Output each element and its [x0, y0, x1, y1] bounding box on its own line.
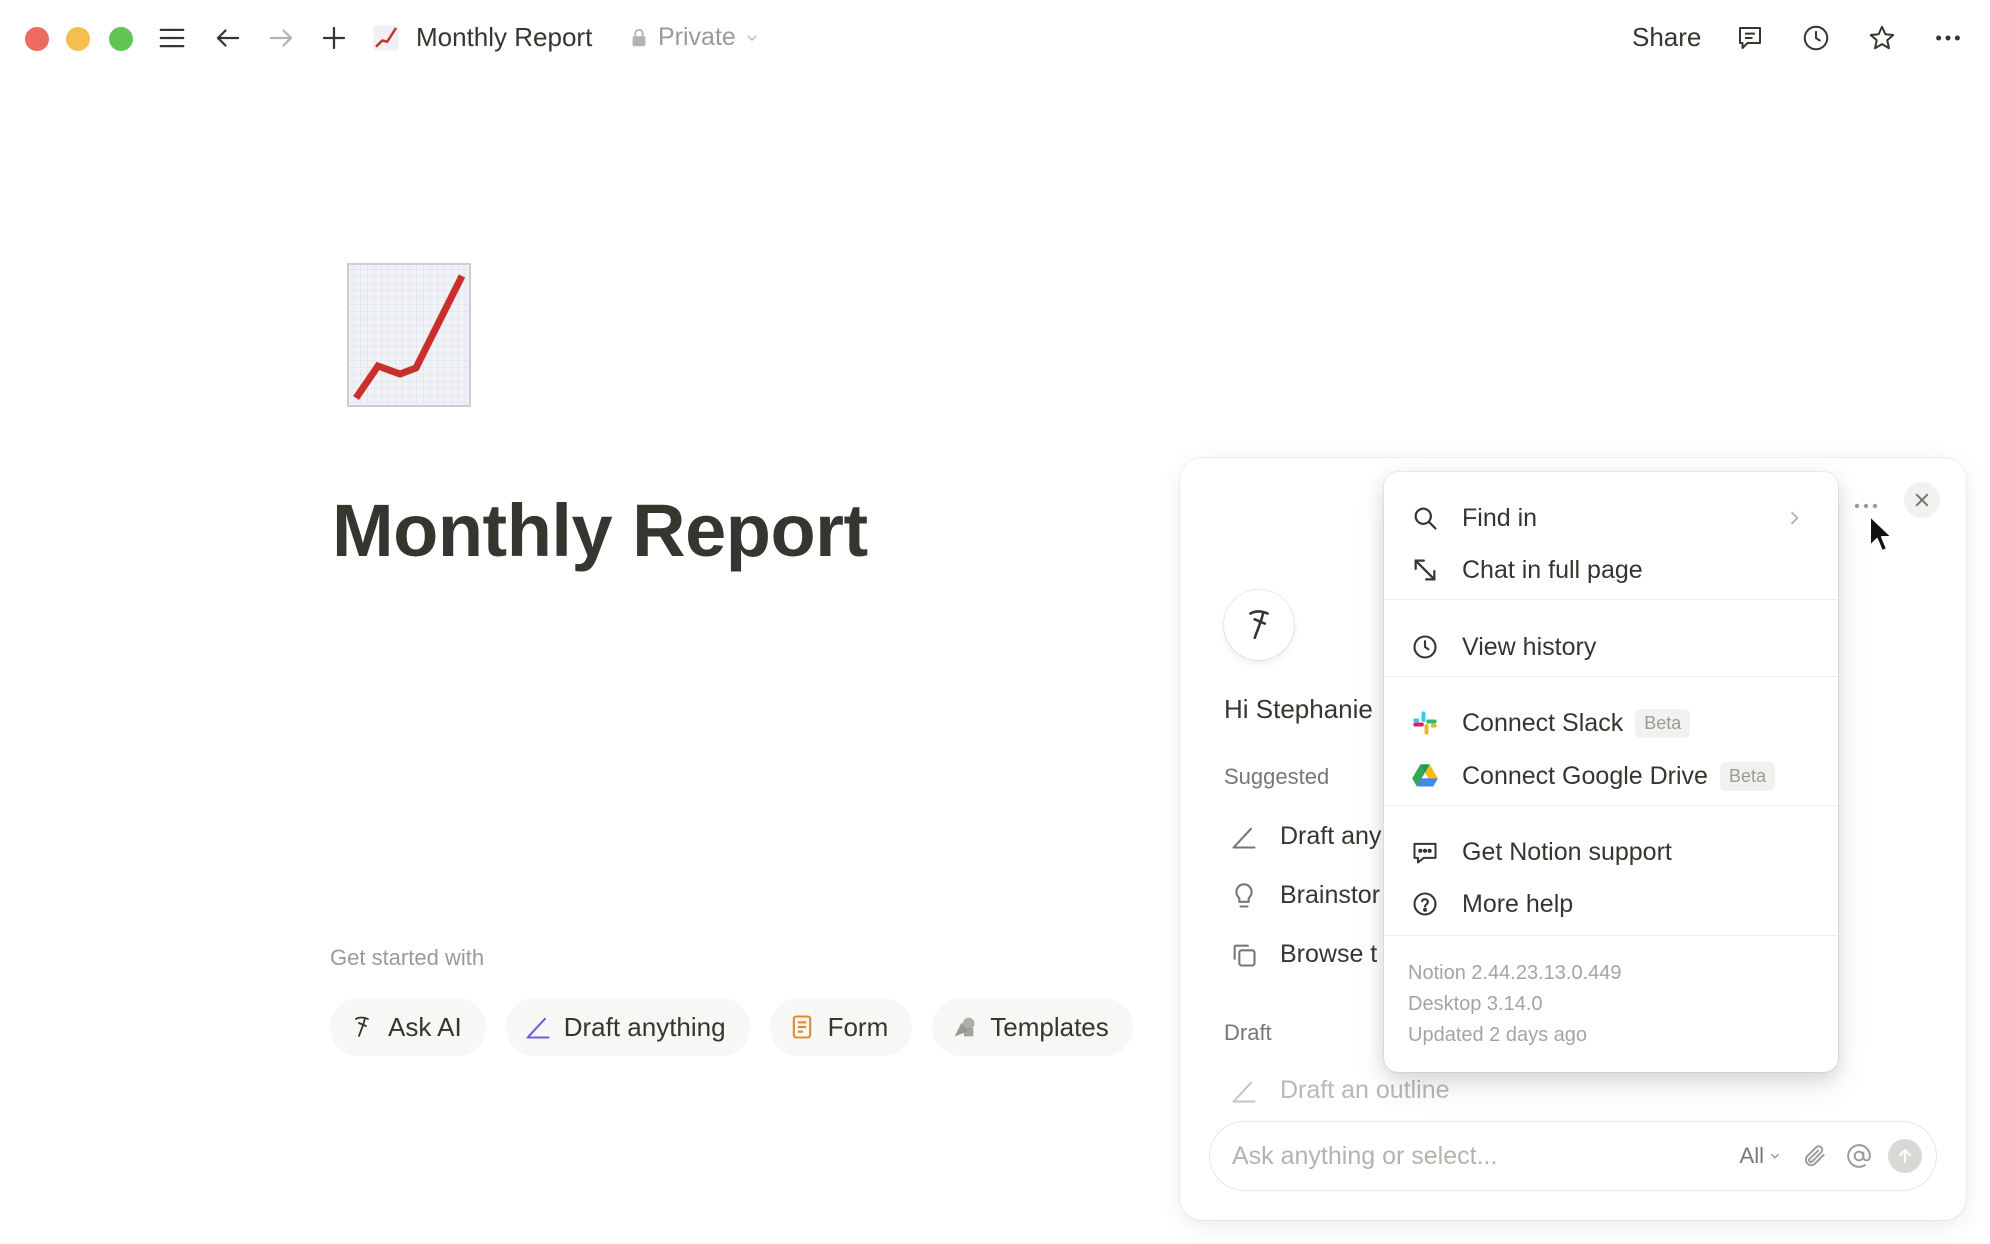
ai-prompt-input[interactable]	[1232, 1141, 1740, 1171]
notion-ai-icon	[1249, 610, 1269, 640]
expand-icon	[1414, 559, 1436, 581]
menu-item-label: Chat in full page	[1462, 555, 1643, 584]
window-minimize-button[interactable]	[66, 27, 90, 51]
menu-item-more-help[interactable]: More help	[1384, 878, 1838, 930]
chat-bubble-icon	[1413, 842, 1437, 864]
suggested-item-label: Brainstor	[1280, 881, 1381, 909]
pen-icon	[1232, 1081, 1256, 1103]
forward-arrow-icon[interactable]	[263, 20, 299, 56]
templates-label: Templates	[990, 1011, 1109, 1042]
mention-at-icon[interactable]	[1844, 1141, 1874, 1171]
menu-divider	[1384, 805, 1838, 806]
beta-badge: Beta	[1719, 761, 1775, 791]
app-version: Notion 2.44.23.13.0.449	[1408, 962, 1622, 984]
menu-item-label: View history	[1462, 632, 1597, 661]
ai-panel-options-menu: Find in Chat in full page View history C…	[1384, 472, 1838, 1072]
breadcrumb-page-title[interactable]: Monthly Report	[416, 22, 592, 53]
desktop-version: Desktop 3.14.0	[1408, 993, 1543, 1015]
mouse-cursor-icon	[1869, 515, 1893, 552]
window-zoom-button[interactable]	[109, 27, 133, 51]
search-icon	[1414, 507, 1437, 530]
menu-item-label: Connect Slack	[1462, 708, 1624, 737]
form-icon	[792, 1015, 811, 1039]
privacy-label: Private	[658, 23, 736, 51]
last-updated: Updated 2 days ago	[1408, 1024, 1588, 1046]
help-icon	[1413, 892, 1437, 916]
chevron-right-icon	[1790, 511, 1799, 525]
draft-item-label: Draft an outline	[1280, 1076, 1450, 1104]
chevron-down-icon	[747, 35, 757, 41]
lightbulb-icon	[1235, 882, 1253, 908]
send-button[interactable]	[1888, 1139, 1922, 1173]
close-icon	[1915, 493, 1929, 507]
form-chip[interactable]: Form	[769, 998, 913, 1056]
pen-icon	[1232, 827, 1256, 849]
scope-label: All	[1739, 1143, 1764, 1168]
templates-icon	[954, 1017, 975, 1037]
lock-icon	[632, 28, 646, 46]
back-arrow-icon[interactable]	[210, 20, 246, 56]
favorite-star-icon[interactable]	[1864, 20, 1900, 56]
attach-paperclip-icon[interactable]	[1800, 1141, 1830, 1171]
google-drive-icon	[1412, 764, 1438, 787]
menu-item-find-in[interactable]: Find in	[1384, 492, 1838, 544]
ask-ai-label: Ask AI	[388, 1011, 462, 1042]
suggested-item-brainstorm[interactable]: Brainstor	[1230, 881, 1380, 910]
ask-ai-chip[interactable]: Ask AI	[330, 998, 486, 1056]
more-options-icon[interactable]	[1930, 20, 1966, 56]
clock-icon	[1413, 635, 1437, 659]
updates-clock-icon[interactable]	[1798, 20, 1834, 56]
comments-icon[interactable]	[1732, 20, 1768, 56]
page-title[interactable]: Monthly Report	[332, 488, 868, 573]
notion-ai-icon	[355, 1016, 369, 1037]
draft-anything-label: Draft anything	[563, 1011, 726, 1042]
menu-item-chat-full-page[interactable]: Chat in full page	[1384, 544, 1838, 596]
draft-item-outline[interactable]: Draft an outline	[1230, 1076, 1450, 1105]
ai-prompt-bar: All	[1210, 1122, 1936, 1190]
privacy-dropdown[interactable]: Private	[628, 23, 760, 52]
templates-chip[interactable]: Templates	[932, 998, 1133, 1056]
window-close-button[interactable]	[25, 27, 49, 51]
get-started-chips: Ask AI Draft anything Form Templates	[330, 998, 1133, 1056]
scope-selector[interactable]: All	[1740, 1143, 1782, 1169]
arrow-up-icon	[1898, 1149, 1912, 1163]
menu-item-label: More help	[1462, 889, 1574, 918]
menu-item-connect-google-drive[interactable]: Connect Google Drive Beta	[1384, 750, 1838, 802]
suggested-item-label: Draft any	[1280, 822, 1382, 850]
suggested-item-label: Browse t	[1280, 940, 1378, 968]
menu-divider	[1384, 676, 1838, 677]
sidebar-toggle-menu-icon[interactable]	[154, 20, 190, 56]
browse-pages-icon	[1233, 944, 1256, 967]
new-page-plus-icon[interactable]	[316, 20, 352, 56]
chart-increasing-icon[interactable]	[368, 20, 404, 56]
chevron-down-icon	[1771, 1153, 1779, 1159]
page-icon-chart-increasing-icon[interactable]	[346, 262, 472, 408]
top-bar: Monthly Report Private Share	[0, 0, 1990, 78]
menu-item-label: Find in	[1462, 503, 1538, 532]
draft-section-label: Draft	[1224, 1020, 1272, 1045]
menu-divider	[1384, 599, 1838, 600]
share-button[interactable]: Share	[1632, 22, 1701, 53]
menu-item-get-support[interactable]: Get Notion support	[1384, 826, 1838, 878]
beta-badge: Beta	[1635, 708, 1691, 738]
suggested-item-draft[interactable]: Draft any	[1230, 822, 1381, 851]
menu-item-label: Connect Google Drive	[1462, 761, 1708, 790]
draft-anything-chip[interactable]: Draft anything	[505, 998, 750, 1056]
ai-greeting: Hi Stephanie	[1224, 694, 1373, 724]
menu-divider	[1384, 935, 1838, 936]
form-label: Form	[827, 1011, 889, 1042]
pen-icon	[526, 1017, 550, 1039]
get-started-label: Get started with	[330, 945, 485, 970]
suggested-item-browse[interactable]: Browse t	[1230, 940, 1377, 969]
menu-item-connect-slack[interactable]: Connect Slack Beta	[1384, 697, 1838, 749]
suggested-section-label: Suggested	[1224, 764, 1330, 789]
menu-item-view-history[interactable]: View history	[1384, 621, 1838, 673]
slack-icon	[1413, 711, 1437, 735]
menu-item-label: Get Notion support	[1462, 837, 1672, 866]
notion-ai-avatar	[1224, 590, 1294, 660]
panel-close-button[interactable]	[1904, 482, 1940, 518]
